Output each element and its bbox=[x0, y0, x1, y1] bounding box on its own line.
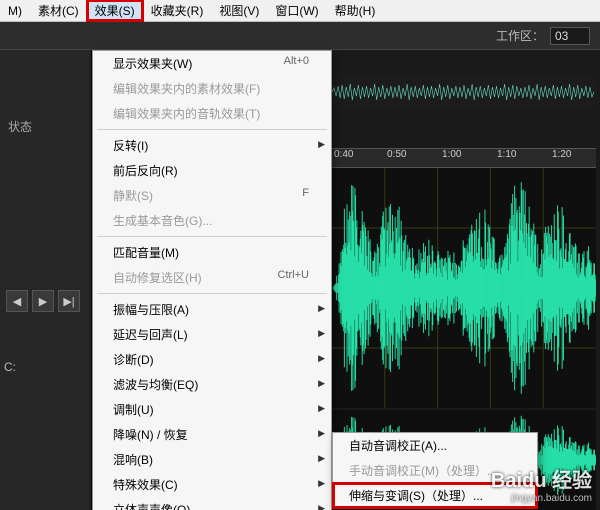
submenu-arrow-icon: ▶ bbox=[318, 139, 325, 150]
menu-item-favorites[interactable]: 收藏夹(R) bbox=[143, 0, 212, 21]
menu-item-view[interactable]: 视图(V) bbox=[211, 0, 267, 21]
menubar: M) 素材(C) 效果(S) 收藏夹(R) 视图(V) 窗口(W) 帮助(H) bbox=[0, 0, 600, 22]
effects-menu-item[interactable]: 滤波与均衡(EQ)▶ bbox=[93, 372, 331, 397]
effects-menu-item[interactable]: 混响(B)▶ bbox=[93, 447, 331, 472]
submenu-arrow-icon: ▶ bbox=[318, 328, 325, 339]
transport-buttons: ◀ ▶ ▶| bbox=[6, 290, 80, 312]
effects-menu-item[interactable]: 匹配音量(M) bbox=[93, 240, 331, 265]
menu-shortcut: F bbox=[302, 187, 309, 199]
top-toolbar: 工作区： 03 bbox=[0, 22, 600, 50]
menu-separator bbox=[97, 129, 327, 130]
submenu-arrow-icon: ▶ bbox=[318, 353, 325, 364]
ruler-tick: 0:50 bbox=[387, 149, 406, 160]
next-button[interactable]: ▶| bbox=[58, 290, 80, 312]
effects-menu-item: 自动修复选区(H)Ctrl+U bbox=[93, 265, 331, 290]
menu-separator bbox=[97, 293, 327, 294]
effects-menu-item[interactable]: 显示效果夹(W)Alt+0 bbox=[93, 51, 331, 76]
menu-item-help[interactable]: 帮助(H) bbox=[327, 0, 384, 21]
main-waveform[interactable] bbox=[332, 168, 596, 408]
submenu-arrow-icon: ▶ bbox=[318, 303, 325, 314]
play-button[interactable]: ▶ bbox=[32, 290, 54, 312]
effects-menu-item[interactable]: 前后反向(R) bbox=[93, 158, 331, 183]
effects-menu-item: 生成基本音色(G)... bbox=[93, 208, 331, 233]
time-ruler[interactable]: 0:40 0:50 1:00 1:10 1:20 bbox=[332, 148, 596, 168]
path-label: C: bbox=[0, 360, 16, 374]
watermark-text: Baidu 经验 bbox=[491, 464, 592, 493]
watermark-url: jingyan.baidu.com bbox=[491, 493, 592, 504]
ruler-tick: 1:10 bbox=[497, 149, 516, 160]
effects-menu-item[interactable]: 立体声声像(O)▶ bbox=[93, 497, 331, 510]
ruler-tick: 1:20 bbox=[552, 149, 571, 160]
menu-item-effects[interactable]: 效果(S) bbox=[87, 0, 143, 21]
submenu-item[interactable]: 自动音调校正(A)... bbox=[333, 433, 537, 458]
effects-menu-item[interactable]: 特殊效果(C)▶ bbox=[93, 472, 331, 497]
menu-shortcut: Alt+0 bbox=[284, 55, 309, 67]
submenu-arrow-icon: ▶ bbox=[318, 378, 325, 389]
effects-menu-item[interactable]: 延迟与回声(L)▶ bbox=[93, 322, 331, 347]
menu-item[interactable]: M) bbox=[0, 2, 30, 20]
effects-menu-item[interactable]: 振幅与压限(A)▶ bbox=[93, 297, 331, 322]
menu-item-window[interactable]: 窗口(W) bbox=[267, 0, 326, 21]
effects-menu-item[interactable]: 调制(U)▶ bbox=[93, 397, 331, 422]
workzone-select[interactable]: 03 bbox=[550, 27, 590, 45]
menu-separator bbox=[97, 236, 327, 237]
effects-menu-item: 编辑效果夹内的音轨效果(T) bbox=[93, 101, 331, 126]
submenu-arrow-icon: ▶ bbox=[318, 403, 325, 414]
submenu-arrow-icon: ▶ bbox=[318, 428, 325, 439]
ruler-tick: 1:00 bbox=[442, 149, 461, 160]
workzone-label: 工作区： bbox=[496, 27, 544, 44]
submenu-arrow-icon: ▶ bbox=[318, 453, 325, 464]
effects-menu-item: 静默(S)F bbox=[93, 183, 331, 208]
ruler-tick: 0:40 bbox=[334, 149, 353, 160]
menu-item-material[interactable]: 素材(C) bbox=[30, 0, 87, 21]
effects-menu-item[interactable]: 反转(I)▶ bbox=[93, 133, 331, 158]
watermark: Baidu 经验 jingyan.baidu.com bbox=[491, 464, 592, 504]
effects-menu-item: 编辑效果夹内的素材效果(F) bbox=[93, 76, 331, 101]
effects-menu-item[interactable]: 降噪(N) / 恢复▶ bbox=[93, 422, 331, 447]
effects-dropdown-menu: 显示效果夹(W)Alt+0编辑效果夹内的素材效果(F)编辑效果夹内的音轨效果(T… bbox=[92, 50, 332, 510]
menu-shortcut: Ctrl+U bbox=[278, 269, 309, 281]
submenu-arrow-icon: ▶ bbox=[318, 503, 325, 510]
submenu-arrow-icon: ▶ bbox=[318, 478, 325, 489]
left-panel: 状态 ◀ ▶ ▶| C: bbox=[0, 50, 92, 510]
status-label: 状态 bbox=[8, 118, 32, 135]
prev-button[interactable]: ◀ bbox=[6, 290, 28, 312]
overview-waveform[interactable] bbox=[332, 78, 596, 106]
effects-menu-item[interactable]: 诊断(D)▶ bbox=[93, 347, 331, 372]
